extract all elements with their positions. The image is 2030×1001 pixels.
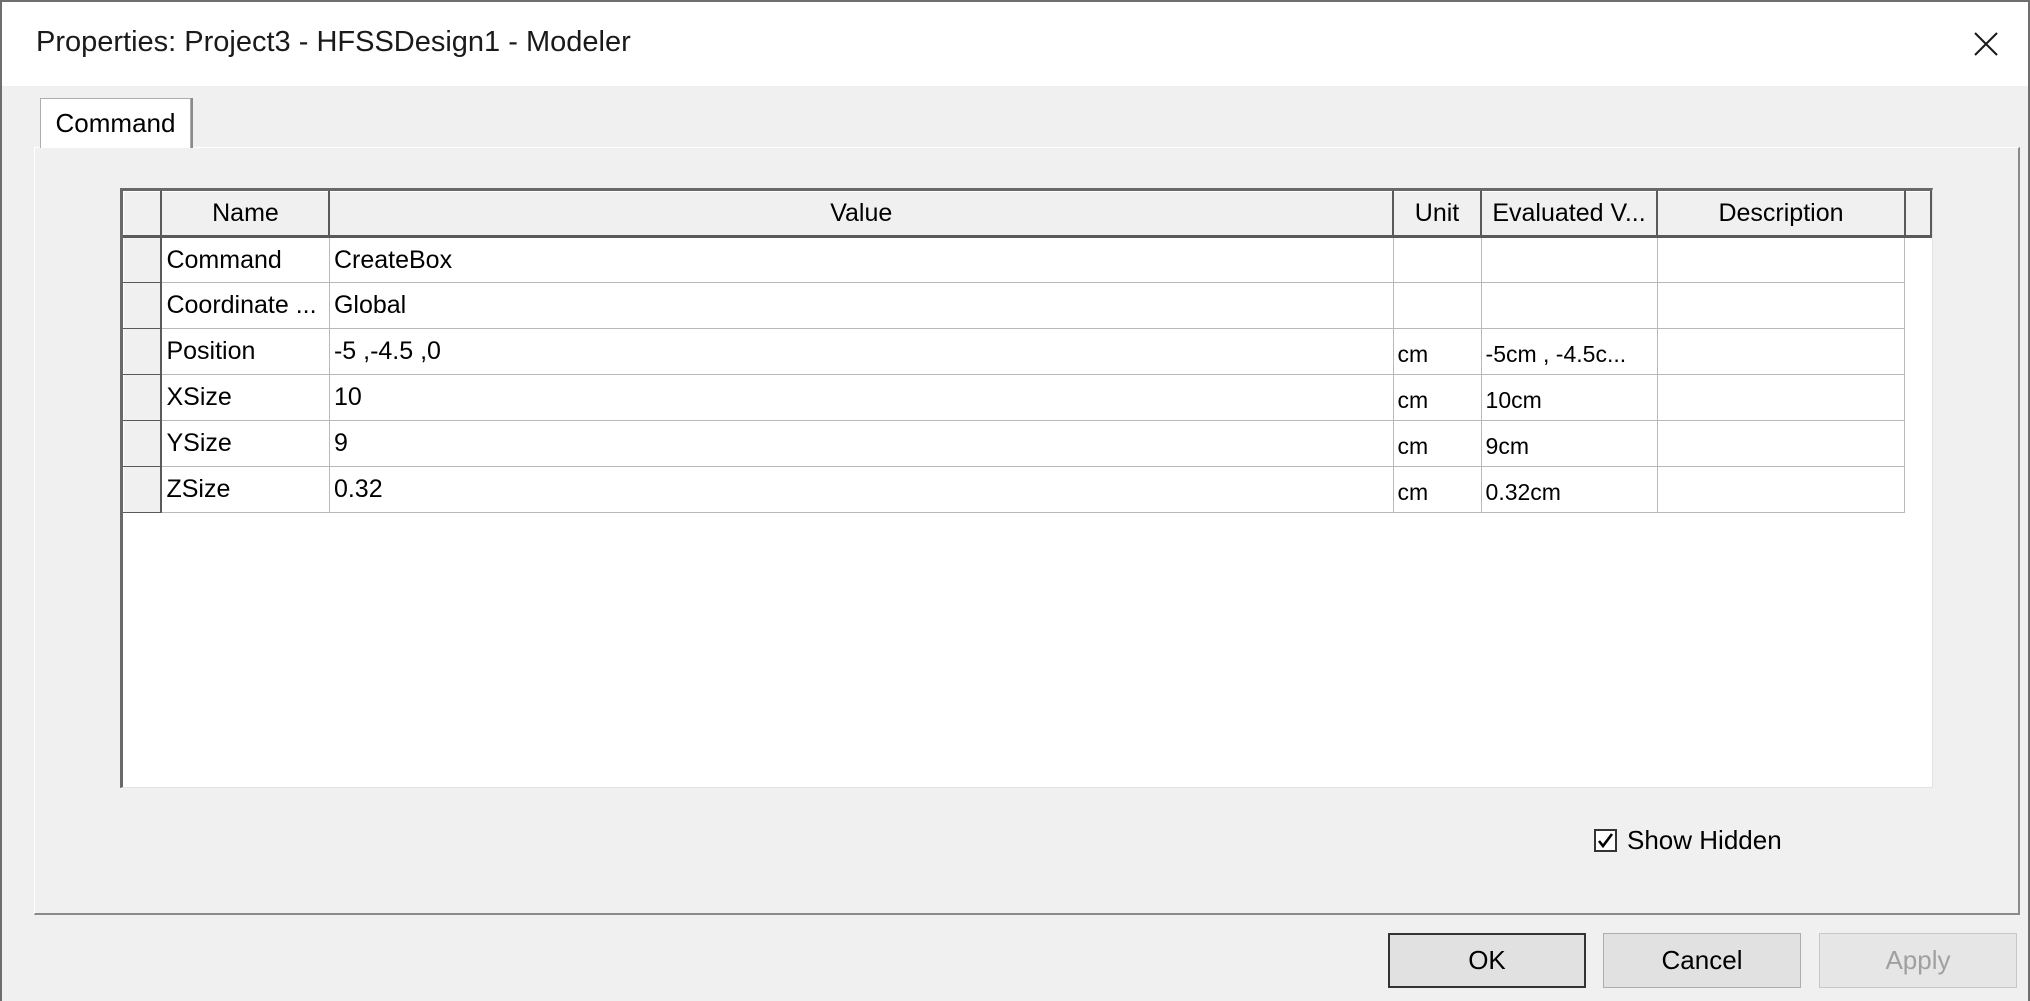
cell-description[interactable] [1657, 282, 1906, 329]
cell-filler [1905, 375, 1931, 421]
close-button[interactable] [1958, 16, 2014, 72]
cell-evaluated [1481, 236, 1658, 283]
tab-command[interactable]: Command [40, 98, 191, 148]
row-header[interactable] [123, 328, 163, 375]
table-row[interactable]: Position -5 ,-4.5 ,0 cm -5cm , -4.5c... [123, 328, 1932, 375]
cell-name: YSize [161, 420, 330, 467]
cell-filler [1905, 283, 1931, 329]
cell-unit[interactable]: cm [1393, 328, 1482, 375]
property-table: Name Value Unit Evaluated V... Descripti… [123, 191, 1932, 513]
cell-description[interactable] [1657, 236, 1906, 283]
column-header-evaluated-value[interactable]: Evaluated V... [1480, 191, 1659, 238]
table-row[interactable]: YSize 9 cm 9cm [123, 420, 1932, 467]
column-header-name[interactable]: Name [160, 191, 331, 238]
cell-description[interactable] [1657, 420, 1906, 467]
table-row[interactable]: XSize 10 cm 10cm [123, 374, 1932, 421]
cell-unit[interactable]: cm [1393, 420, 1482, 467]
apply-button[interactable]: Apply [1819, 933, 2017, 988]
row-header[interactable] [123, 236, 163, 283]
cell-description[interactable] [1657, 374, 1906, 421]
cell-description[interactable] [1657, 328, 1906, 375]
show-hidden-label: Show Hidden [1627, 825, 1782, 855]
cell-description[interactable] [1657, 466, 1906, 513]
cell-filler [1905, 421, 1931, 467]
cell-value[interactable]: 10 [329, 374, 1394, 421]
cell-filler [1905, 237, 1931, 283]
column-header-description[interactable]: Description [1656, 191, 1906, 238]
cancel-button[interactable]: Cancel [1603, 933, 1801, 988]
properties-dialog: Properties: Project3 - HFSSDesign1 - Mod… [0, 0, 2030, 1001]
corner-header [123, 191, 163, 238]
column-header-value[interactable]: Value [328, 191, 1395, 238]
table-row[interactable]: ZSize 0.32 cm 0.32cm [123, 466, 1932, 513]
cell-unit[interactable]: cm [1393, 466, 1482, 513]
table-row[interactable]: Command CreateBox [123, 236, 1932, 283]
column-header-filler [1904, 191, 1932, 238]
cell-name: XSize [161, 374, 330, 421]
checkmark-icon [1597, 833, 1614, 849]
row-header[interactable] [123, 420, 163, 467]
ok-button[interactable]: OK [1388, 933, 1586, 988]
cell-value[interactable]: -5 ,-4.5 ,0 [329, 328, 1394, 375]
cell-name: Position [161, 328, 330, 375]
row-header[interactable] [123, 374, 163, 421]
cell-evaluated: 10cm [1481, 374, 1658, 421]
show-hidden-option[interactable]: Show Hidden [1594, 825, 1782, 856]
cell-evaluated: 9cm [1481, 420, 1658, 467]
cell-evaluated: 0.32cm [1481, 466, 1658, 513]
cell-name: Coordinate ... [161, 282, 330, 329]
cell-value[interactable]: 9 [329, 420, 1394, 467]
close-icon [1974, 32, 1998, 56]
cell-value[interactable]: 0.32 [329, 466, 1394, 513]
window-title: Properties: Project3 - HFSSDesign1 - Mod… [36, 26, 631, 58]
cell-value[interactable]: Global [329, 282, 1394, 329]
cell-filler [1905, 329, 1931, 375]
column-header-unit[interactable]: Unit [1392, 191, 1483, 238]
property-grid: Name Value Unit Evaluated V... Descripti… [120, 188, 1933, 788]
title-bar: Properties: Project3 - HFSSDesign1 - Mod… [2, 2, 2028, 86]
table-row[interactable]: Coordinate ... Global [123, 282, 1932, 329]
cell-unit[interactable] [1393, 282, 1482, 329]
row-header[interactable] [123, 466, 163, 513]
cell-evaluated: -5cm , -4.5c... [1481, 328, 1658, 375]
cell-unit[interactable]: cm [1393, 374, 1482, 421]
cell-name: Command [161, 236, 330, 283]
show-hidden-checkbox[interactable] [1594, 829, 1617, 852]
cell-evaluated [1481, 282, 1658, 329]
cell-name: ZSize [161, 466, 330, 513]
cell-filler [1905, 467, 1931, 513]
cell-value[interactable]: CreateBox [329, 236, 1394, 283]
header-row: Name Value Unit Evaluated V... Descripti… [123, 191, 1932, 238]
cell-unit[interactable] [1393, 236, 1482, 283]
row-header[interactable] [123, 282, 163, 329]
